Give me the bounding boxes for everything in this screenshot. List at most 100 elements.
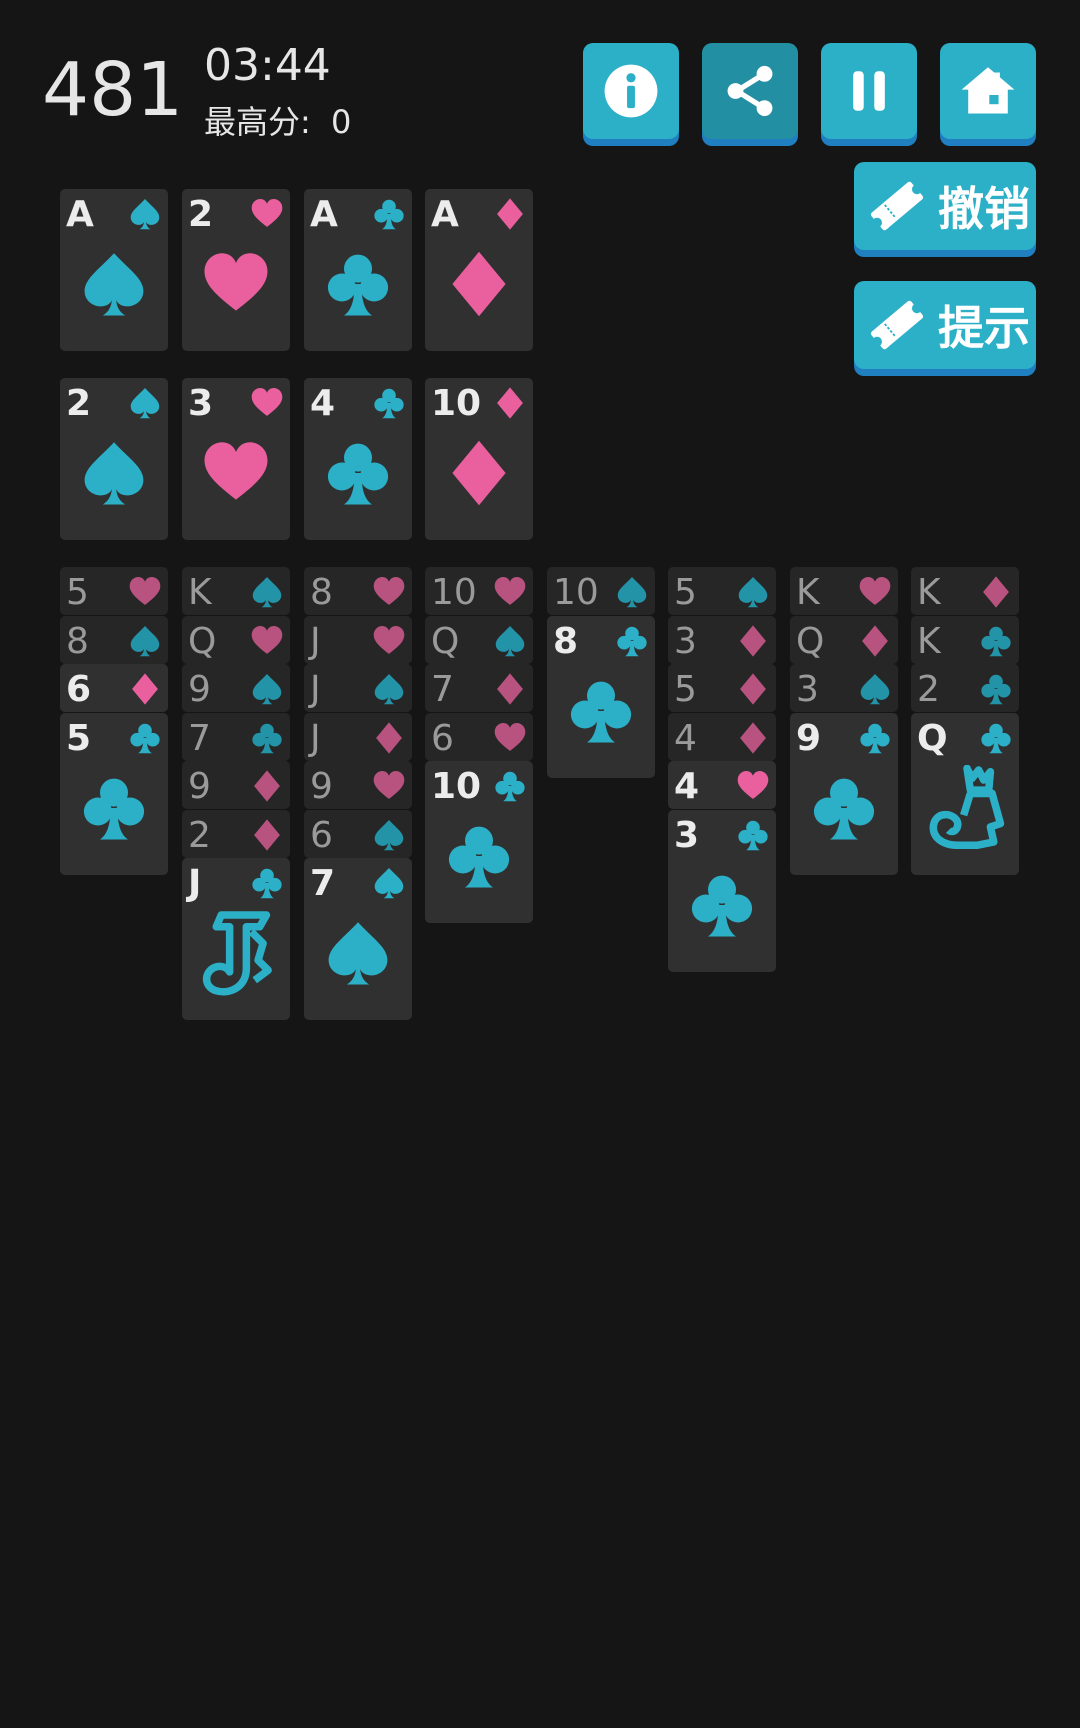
card-rank: 8 bbox=[310, 572, 333, 613]
card-rank: 7 bbox=[431, 669, 454, 710]
card-rank: 2 bbox=[188, 194, 214, 235]
spade-icon bbox=[130, 199, 160, 230]
diamond-icon bbox=[740, 721, 766, 754]
card-rank: 5 bbox=[66, 572, 89, 613]
club-icon bbox=[83, 778, 145, 839]
spade-icon bbox=[374, 819, 404, 850]
card-rank: 2 bbox=[917, 669, 940, 710]
share-button[interactable] bbox=[702, 43, 798, 139]
card-rank: A bbox=[310, 194, 338, 235]
foundation-card[interactable]: A bbox=[60, 189, 168, 351]
club-icon bbox=[327, 254, 389, 316]
tableau-card[interactable]: 10 bbox=[547, 567, 655, 615]
tableau-card[interactable]: J bbox=[304, 664, 412, 712]
tableau-card[interactable]: 5 bbox=[60, 712, 168, 875]
club-icon bbox=[813, 778, 875, 839]
spade-icon bbox=[374, 674, 404, 705]
club-icon bbox=[570, 681, 632, 742]
club-icon bbox=[981, 674, 1011, 705]
club-icon bbox=[130, 723, 160, 753]
heart-icon bbox=[251, 199, 283, 227]
tableau-card[interactable]: 3 bbox=[668, 615, 776, 664]
tableau-card[interactable]: J bbox=[304, 712, 412, 761]
foundation-card[interactable]: A bbox=[304, 189, 412, 351]
hint-button[interactable]: 提示 bbox=[854, 281, 1036, 369]
club-icon bbox=[495, 771, 525, 802]
tableau-card[interactable]: 10 bbox=[425, 567, 533, 615]
tableau-card[interactable]: 2 bbox=[182, 809, 290, 858]
tableau-card[interactable]: 4 bbox=[668, 712, 776, 761]
jester-figure-icon bbox=[202, 911, 272, 996]
tableau-card[interactable]: K bbox=[911, 567, 1019, 615]
club-icon bbox=[617, 626, 647, 656]
tableau-card[interactable]: 7 bbox=[304, 858, 412, 1020]
info-button[interactable] bbox=[583, 43, 679, 139]
diamond-icon bbox=[452, 440, 506, 506]
tableau-card[interactable]: 3 bbox=[790, 664, 898, 712]
tableau-card[interactable]: Q bbox=[790, 615, 898, 664]
tableau-card[interactable]: 9 bbox=[182, 664, 290, 712]
spade-icon bbox=[617, 577, 647, 608]
tableau-card[interactable]: 9 bbox=[304, 761, 412, 809]
free-cell-card[interactable]: 2 bbox=[60, 378, 168, 540]
tableau-card[interactable]: Q bbox=[182, 615, 290, 664]
free-cell-card[interactable]: 3 bbox=[182, 378, 290, 540]
tableau-card[interactable]: 8 bbox=[60, 615, 168, 664]
free-cell-card[interactable]: 10 bbox=[425, 378, 533, 540]
card-rank: Q bbox=[188, 620, 217, 662]
diamond-icon bbox=[497, 387, 523, 419]
club-icon bbox=[981, 723, 1011, 753]
tableau-card[interactable]: 8 bbox=[547, 615, 655, 778]
tableau-card[interactable]: 5 bbox=[668, 664, 776, 712]
undo-label: 撤销 bbox=[938, 182, 1030, 236]
info-icon bbox=[604, 64, 658, 118]
tableau-card[interactable]: Q bbox=[425, 615, 533, 664]
card-rank: 8 bbox=[553, 620, 579, 662]
tableau-card[interactable]: Q bbox=[911, 712, 1019, 875]
diamond-icon bbox=[254, 770, 280, 802]
free-cell-card[interactable]: 4 bbox=[304, 378, 412, 540]
heart-icon bbox=[251, 388, 283, 416]
card-rank: 6 bbox=[66, 669, 92, 710]
card-rank: 9 bbox=[310, 766, 333, 807]
card-rank: J bbox=[310, 717, 321, 759]
tableau-card[interactable]: 6 bbox=[304, 809, 412, 858]
foundation-card[interactable]: A bbox=[425, 189, 533, 351]
diamond-icon bbox=[497, 673, 523, 705]
diamond-icon bbox=[740, 624, 766, 657]
spade-icon bbox=[130, 625, 160, 656]
undo-button[interactable]: 撤销 bbox=[854, 162, 1036, 250]
tableau-card[interactable]: 8 bbox=[304, 567, 412, 615]
tableau-card[interactable]: J bbox=[182, 858, 290, 1020]
tableau-card[interactable]: 7 bbox=[182, 712, 290, 761]
pause-button[interactable] bbox=[821, 43, 917, 139]
tableau-card[interactable]: 7 bbox=[425, 664, 533, 712]
tableau-card[interactable]: 6 bbox=[425, 712, 533, 761]
tableau-card[interactable]: K bbox=[182, 567, 290, 615]
home-button[interactable] bbox=[940, 43, 1036, 139]
card-rank: 2 bbox=[66, 383, 92, 424]
card-rank: 9 bbox=[188, 669, 211, 710]
tableau-card[interactable]: 10 bbox=[425, 761, 533, 923]
tableau-card[interactable]: 5 bbox=[60, 567, 168, 615]
tableau-card[interactable]: K bbox=[911, 615, 1019, 664]
tableau-card[interactable]: 6 bbox=[60, 664, 168, 712]
club-icon bbox=[860, 723, 890, 753]
tableau-card[interactable]: 5 bbox=[668, 567, 776, 615]
spade-icon bbox=[84, 253, 144, 316]
card-rank: 10 bbox=[553, 572, 599, 613]
spade-icon bbox=[860, 674, 890, 705]
spade-icon bbox=[328, 922, 388, 985]
tableau-card[interactable]: 2 bbox=[911, 664, 1019, 712]
card-rank: 3 bbox=[796, 669, 819, 710]
tableau-card[interactable]: J bbox=[304, 615, 412, 664]
foundation-card[interactable]: 2 bbox=[182, 189, 290, 351]
tableau-card[interactable]: 9 bbox=[182, 761, 290, 809]
card-rank: 5 bbox=[66, 717, 92, 759]
tableau-card[interactable]: 4 bbox=[668, 761, 776, 809]
card-rank: J bbox=[188, 863, 202, 904]
tableau-card[interactable]: K bbox=[790, 567, 898, 615]
tableau-card[interactable]: 3 bbox=[668, 809, 776, 972]
club-icon bbox=[448, 826, 510, 888]
tableau-card[interactable]: 9 bbox=[790, 712, 898, 875]
